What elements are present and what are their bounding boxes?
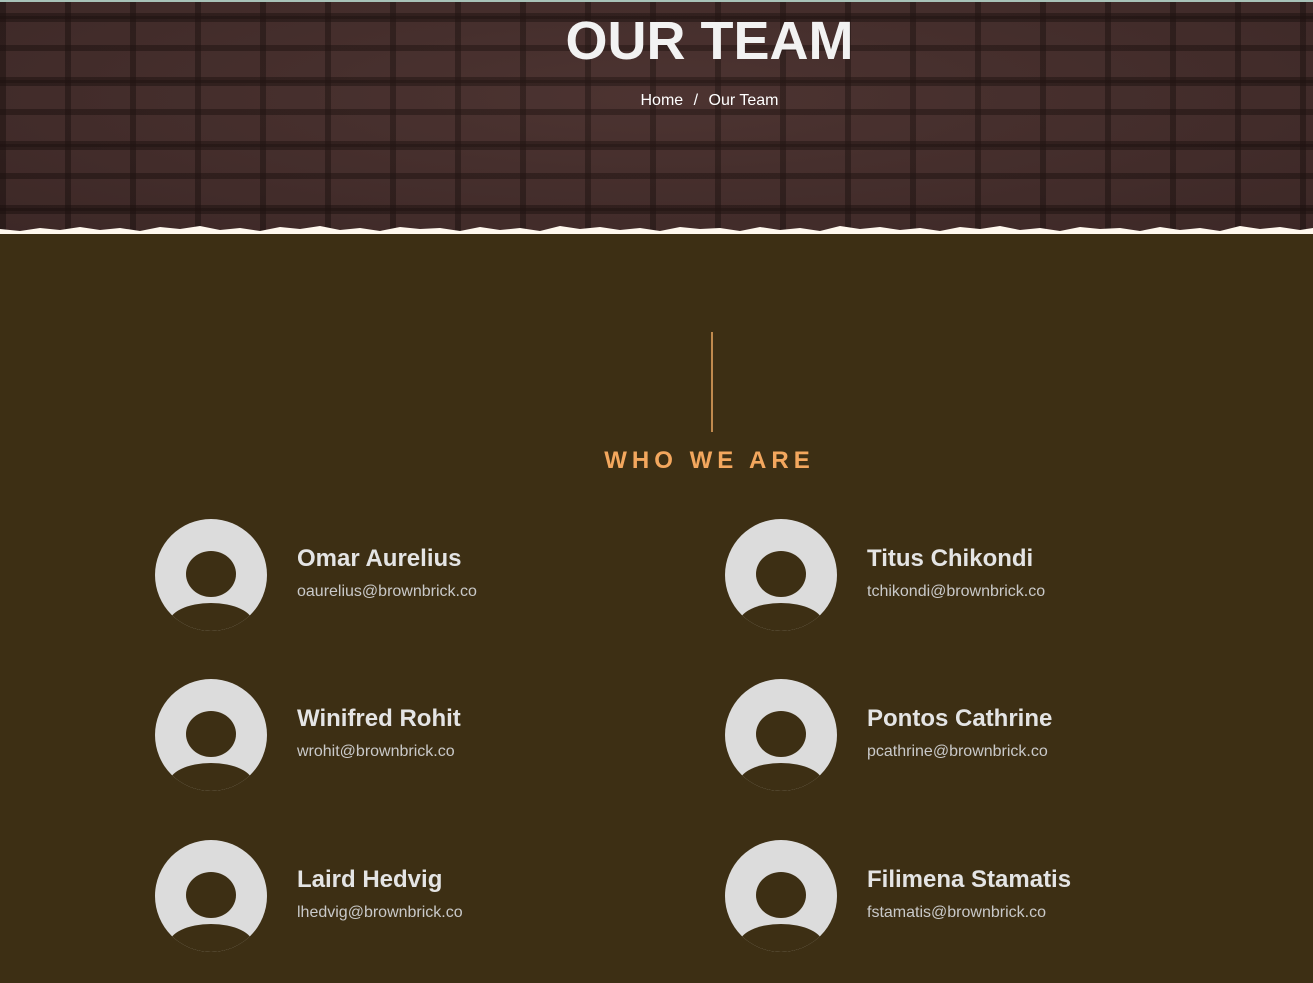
member-name: Laird Hedvig — [297, 866, 443, 893]
hero-banner: OUR TEAM Home / Our Team — [0, 0, 1313, 237]
member-email: wrohit@brownbrick.co — [297, 743, 455, 760]
member-email: oaurelius@brownbrick.co — [297, 583, 477, 600]
member-name: Pontos Cathrine — [867, 705, 1053, 732]
member-email: tchikondi@brownbrick.co — [867, 583, 1046, 600]
member-email: fstamatis@brownbrick.co — [867, 904, 1046, 921]
user-placeholder-icon — [155, 519, 267, 631]
user-placeholder-icon — [725, 519, 837, 631]
member-name: Winifred Rohit — [297, 705, 461, 732]
member-email: pcathrine@brownbrick.co — [867, 743, 1048, 760]
breadcrumb-separator: / — [693, 92, 699, 109]
torn-paper-edge — [0, 226, 1313, 237]
page-title: OUR TEAM — [565, 11, 854, 71]
team-member-card: Filimena Stamatis fstamatis@brownbrick.c… — [725, 840, 1245, 952]
user-placeholder-icon — [155, 840, 267, 952]
user-placeholder-icon — [725, 840, 837, 952]
member-name: Omar Aurelius — [297, 545, 462, 572]
member-name: Filimena Stamatis — [867, 866, 1072, 893]
member-name: Titus Chikondi — [867, 545, 1034, 572]
breadcrumb-current: Our Team — [708, 92, 779, 109]
breadcrumb-home-link[interactable]: Home — [641, 92, 684, 109]
section-divider-line — [711, 332, 713, 432]
user-placeholder-icon — [155, 679, 267, 791]
page: OUR TEAM Home / Our Team WHO WE ARE Omar… — [0, 0, 1313, 983]
section-heading: WHO WE ARE — [604, 447, 815, 474]
team-member-card: Titus Chikondi tchikondi@brownbrick.co — [725, 519, 1245, 631]
team-member-card: Winifred Rohit wrohit@brownbrick.co — [155, 679, 675, 791]
breadcrumb: Home / Our Team — [0, 92, 1313, 110]
user-placeholder-icon — [725, 679, 837, 791]
team-member-card: Laird Hedvig lhedvig@brownbrick.co — [155, 840, 675, 952]
team-member-card: Omar Aurelius oaurelius@brownbrick.co — [155, 519, 675, 631]
member-email: lhedvig@brownbrick.co — [297, 904, 463, 921]
team-member-card: Pontos Cathrine pcathrine@brownbrick.co — [725, 679, 1245, 791]
